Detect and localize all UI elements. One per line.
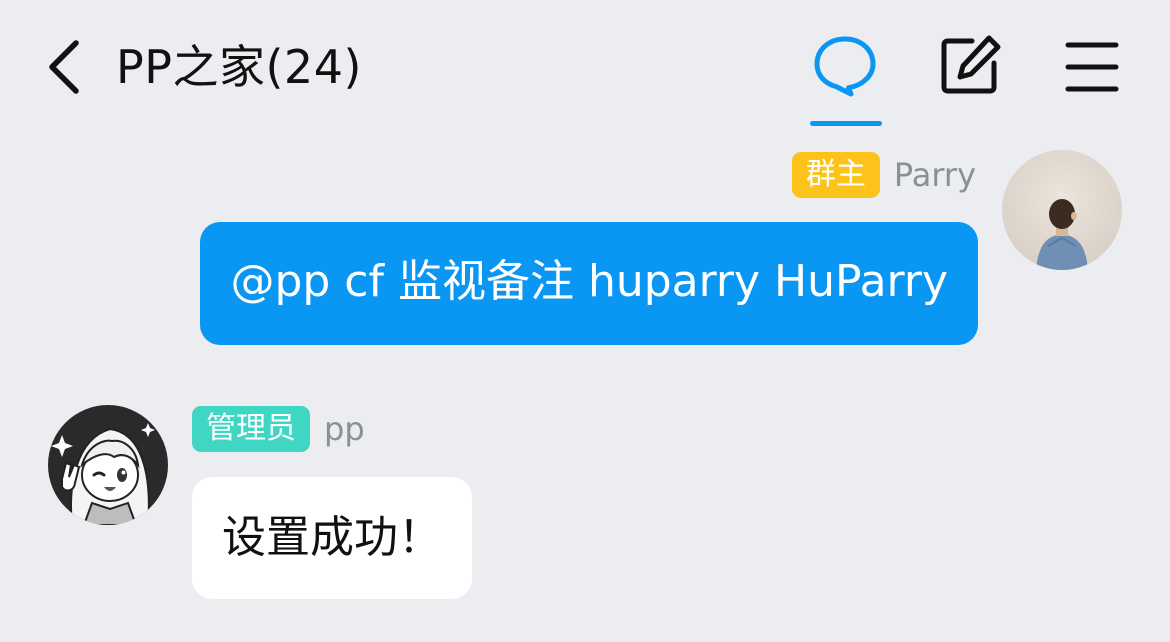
role-badge-admin: 管理员	[192, 406, 310, 452]
active-tab-indicator	[810, 121, 882, 126]
chat-header: PP之家(24)	[0, 0, 1170, 130]
avatar-image-icon	[48, 405, 168, 525]
sender-info: 群主 Parry	[791, 152, 976, 198]
chat-title: PP之家(24)	[116, 40, 362, 94]
avatar-image-icon	[1002, 150, 1122, 270]
sender-name: pp	[324, 410, 365, 448]
message-outgoing: 群主 Parry @pp cf 监视备注 huparry HuParry	[0, 140, 1170, 360]
message-bubble-incoming[interactable]: 设置成功！	[192, 477, 472, 599]
chat-tab-button[interactable]	[813, 34, 877, 98]
chevron-left-icon	[49, 40, 79, 94]
sender-name: Parry	[893, 156, 976, 194]
menu-button[interactable]	[1060, 34, 1124, 98]
message-bubble-outgoing[interactable]: @pp cf 监视备注 huparry HuParry	[200, 222, 978, 345]
edit-button[interactable]	[938, 34, 1002, 98]
message-incoming: 管理员 pp 设置成功！	[0, 400, 1170, 620]
chat-bubble-icon	[814, 36, 876, 97]
role-badge-owner: 群主	[791, 152, 880, 198]
avatar-pp[interactable]	[48, 405, 168, 525]
menu-icon	[1065, 42, 1119, 92]
avatar-parry[interactable]	[1002, 150, 1122, 270]
edit-icon	[941, 35, 1001, 94]
sender-info: 管理员 pp	[192, 406, 365, 452]
back-button[interactable]	[40, 36, 90, 98]
